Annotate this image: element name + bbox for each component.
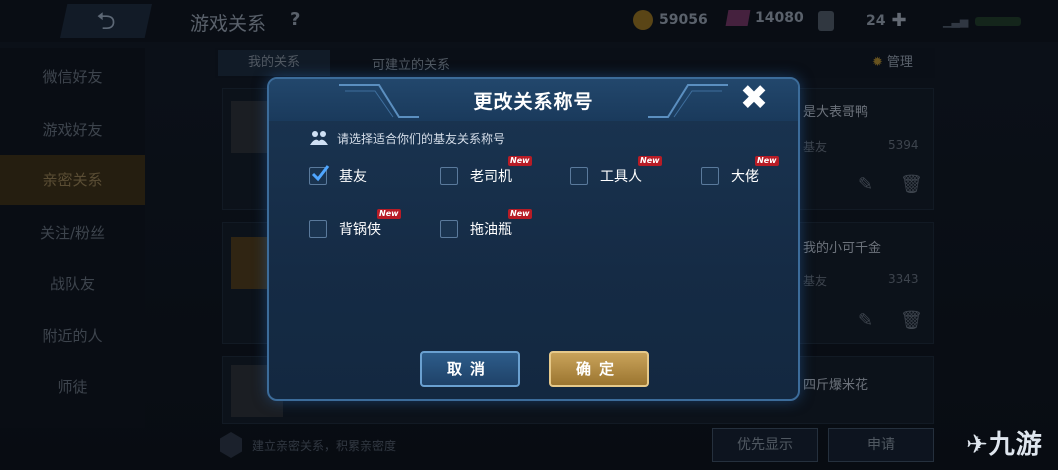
checkbox[interactable] <box>570 167 588 185</box>
new-badge: New <box>508 156 532 166</box>
dialog-title: 更改关系称号 <box>473 91 594 113</box>
new-badge: New <box>638 156 662 166</box>
option-jiyou[interactable]: 基友 <box>309 165 367 186</box>
checkbox[interactable] <box>309 165 330 185</box>
instruction-text: 请选择适合你们的基友关系称号 <box>337 131 506 146</box>
option-label: 老司机 New <box>470 156 532 185</box>
check-icon <box>311 165 330 182</box>
watermark-logo: ✈九游 <box>966 430 1043 460</box>
close-icon[interactable]: ✖ <box>737 81 771 117</box>
new-badge: New <box>508 209 532 219</box>
friends-icon <box>310 131 328 145</box>
cancel-button[interactable]: 取消 <box>420 351 520 387</box>
option-dalao[interactable]: 大佬 New <box>701 156 779 186</box>
new-badge: New <box>377 209 401 219</box>
change-relation-title-dialog: 更改关系称号 ✖ 请选择适合你们的基友关系称号 基友 老司机 New 工具人 New <box>267 77 800 401</box>
option-label: 拖油瓶 New <box>470 209 532 238</box>
confirm-button[interactable]: 确定 <box>549 351 649 387</box>
new-badge: New <box>755 156 779 166</box>
checkbox[interactable] <box>701 167 719 185</box>
option-label: 大佬 New <box>731 156 779 185</box>
option-beiguoxia[interactable]: 背锅侠 New <box>309 209 401 239</box>
option-tuoyouping[interactable]: 拖油瓶 New <box>440 209 532 239</box>
option-label: 背锅侠 New <box>339 209 401 238</box>
option-label: 工具人 New <box>600 156 662 185</box>
instruction-row: 请选择适合你们的基友关系称号 <box>309 129 505 147</box>
option-laosiji[interactable]: 老司机 New <box>440 156 532 186</box>
option-label: 基友 <box>339 169 367 185</box>
option-gongjuren[interactable]: 工具人 New <box>570 156 662 186</box>
checkbox[interactable] <box>440 167 458 185</box>
checkbox[interactable] <box>440 220 458 238</box>
checkbox[interactable] <box>309 220 327 238</box>
